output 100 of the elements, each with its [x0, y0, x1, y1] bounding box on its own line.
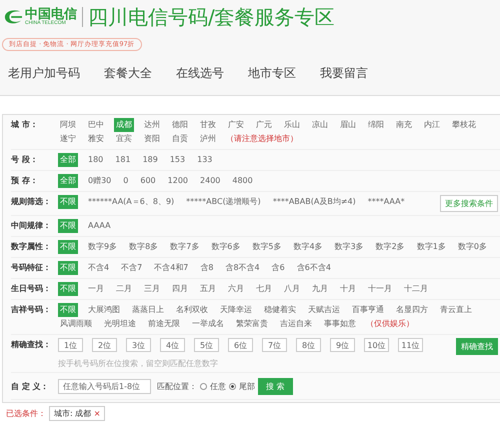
filter-option[interactable]: 不限	[58, 282, 78, 296]
filter-option[interactable]: 凉山	[310, 118, 330, 132]
condition-tag[interactable]: 城市: 成都 ×	[49, 406, 106, 421]
filter-option[interactable]: 宜宾	[114, 132, 134, 146]
filter-option[interactable]: 不含4和7	[152, 261, 190, 275]
filter-option[interactable]: 九月	[310, 282, 330, 296]
filter-option[interactable]: 四月	[170, 282, 190, 296]
filter-option[interactable]: 含8不含4	[223, 261, 262, 275]
filter-option[interactable]: 巴中	[86, 118, 106, 132]
filter-option[interactable]: 南充	[394, 118, 414, 132]
filter-option[interactable]: 数字7多	[168, 240, 202, 254]
radio-button[interactable]	[200, 383, 207, 390]
filter-option[interactable]: 数字9多	[86, 240, 120, 254]
filter-option[interactable]: 达州	[142, 118, 162, 132]
filter-option[interactable]: 不限	[58, 219, 78, 233]
filter-option[interactable]: 内江	[422, 118, 442, 132]
filter-option[interactable]: 眉山	[338, 118, 358, 132]
filter-option[interactable]: 数字0多	[456, 240, 489, 254]
filter-option[interactable]: 蒸蒸日上	[130, 303, 166, 317]
filter-option[interactable]: 自贡	[170, 132, 190, 146]
filter-option[interactable]: 三月	[142, 282, 162, 296]
filter-option[interactable]: 153	[168, 153, 188, 167]
filter-option[interactable]: 天赋吉运	[306, 303, 342, 317]
filter-option[interactable]: 180	[86, 153, 106, 167]
filter-option[interactable]: 一举成名	[190, 317, 226, 331]
filter-option[interactable]: 五月	[198, 282, 218, 296]
filter-option[interactable]: 二月	[114, 282, 134, 296]
filter-option[interactable]: 不含7	[119, 261, 144, 275]
digit-field[interactable]: 8位	[296, 338, 321, 352]
filter-option[interactable]: 181	[113, 153, 133, 167]
filter-option[interactable]: 稳健着实	[262, 303, 298, 317]
digit-field[interactable]: 9位	[330, 338, 355, 352]
digit-field[interactable]: 7位	[262, 338, 287, 352]
filter-option[interactable]: ****ABAB(A及B均≠4)	[270, 195, 358, 209]
filter-option[interactable]: 含6不含4	[294, 261, 333, 275]
filter-option[interactable]: 一月	[86, 282, 106, 296]
filter-option[interactable]: 数字5多	[250, 240, 284, 254]
filter-option[interactable]: 数字6多	[209, 240, 242, 254]
filter-option[interactable]: 泸州	[198, 132, 218, 146]
filter-option[interactable]: 600	[138, 174, 158, 188]
filter-option[interactable]: 含6	[270, 261, 287, 275]
filter-option[interactable]: 数字3多	[332, 240, 366, 254]
filter-option[interactable]: 乐山	[282, 118, 302, 132]
filter-option[interactable]: 十一月	[366, 282, 394, 296]
filter-option[interactable]: 七月	[254, 282, 274, 296]
filter-option[interactable]: 数字4多	[291, 240, 325, 254]
digit-field[interactable]: 6位	[228, 338, 253, 352]
filter-option[interactable]: *****ABC(递增顺号)	[184, 195, 263, 209]
exact-search-button[interactable]: 精确查找	[456, 338, 498, 355]
filter-option[interactable]: 含8	[198, 261, 216, 275]
filter-option[interactable]: ****AAA*	[366, 195, 407, 209]
digit-field[interactable]: 11位	[398, 338, 423, 352]
more-conditions-button[interactable]: 更多搜索条件	[440, 195, 498, 212]
filter-option[interactable]: 十二月	[402, 282, 430, 296]
digit-field[interactable]: 1位	[58, 338, 83, 352]
filter-option[interactable]: 阿坝	[58, 118, 78, 132]
search-button[interactable]: 搜 索	[258, 378, 293, 395]
digit-field[interactable]: 2位	[92, 338, 117, 352]
filter-option[interactable]: 百事亨通	[350, 303, 386, 317]
filter-option[interactable]: 资阳	[142, 132, 162, 146]
number-input-field[interactable]: 任意输入号码后1-8位	[58, 379, 151, 394]
filter-option[interactable]: 雅安	[86, 132, 106, 146]
digit-field[interactable]: 5位	[194, 338, 219, 352]
filter-option[interactable]: 不限	[58, 261, 78, 275]
filter-option[interactable]: 不限	[58, 303, 78, 317]
filter-option[interactable]: 事事如意	[322, 317, 358, 331]
filter-option[interactable]: 大展鸿图	[86, 303, 122, 317]
filter-option[interactable]: 1200	[166, 174, 190, 188]
filter-option[interactable]: 不限	[58, 195, 78, 209]
filter-option[interactable]: 六月	[226, 282, 246, 296]
filter-option[interactable]: 数字8多	[127, 240, 160, 254]
filter-option[interactable]: 成都	[114, 118, 134, 132]
nav-link[interactable]: 在线选号	[176, 65, 224, 82]
filter-option[interactable]: 天降幸运	[218, 303, 254, 317]
filter-option[interactable]: 2400	[198, 174, 222, 188]
radio-button[interactable]	[229, 383, 236, 390]
filter-option[interactable]: 4800	[230, 174, 255, 188]
nav-link[interactable]: 地市专区	[248, 65, 296, 82]
filter-option[interactable]: 八月	[282, 282, 302, 296]
filter-option[interactable]: 遂宁	[58, 132, 78, 146]
filter-option[interactable]: 吉运自来	[278, 317, 314, 331]
digit-field[interactable]: 3位	[126, 338, 151, 352]
filter-option[interactable]: ******AA(A＝6、8、9)	[86, 195, 176, 209]
digit-field[interactable]: 4位	[160, 338, 185, 352]
filter-option[interactable]: 名利双收	[174, 303, 210, 317]
filter-option[interactable]: 甘孜	[198, 118, 218, 132]
filter-option[interactable]: 广元	[254, 118, 274, 132]
digit-field[interactable]: 10位	[364, 338, 389, 352]
filter-option[interactable]: 0赠30	[86, 174, 114, 188]
filter-option[interactable]: 全部	[58, 174, 78, 188]
filter-option[interactable]: 德阳	[170, 118, 190, 132]
nav-link[interactable]: 套餐大全	[104, 65, 152, 82]
filter-option[interactable]: 十月	[338, 282, 358, 296]
filter-option[interactable]: 0	[121, 174, 130, 188]
filter-option[interactable]: 189	[140, 153, 160, 167]
filter-option[interactable]: 全部	[58, 153, 78, 167]
filter-option[interactable]: 不含4	[86, 261, 112, 275]
nav-link[interactable]: 老用户加号码	[8, 65, 80, 82]
filter-option[interactable]: 名显四方	[394, 303, 430, 317]
filter-option[interactable]: 广安	[226, 118, 246, 132]
